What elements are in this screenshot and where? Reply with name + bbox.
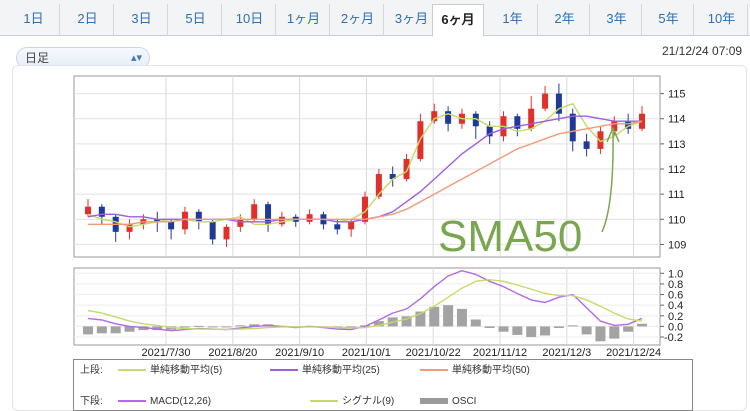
legend-lower-label: 下段: (80, 396, 103, 407)
osci-bar (553, 326, 564, 329)
x-tick-label: 2021/12/24 (606, 347, 661, 359)
price-y-tick-label: 111 (668, 189, 685, 201)
osci-bar (83, 326, 93, 335)
annotation-sma50: SMA50 (438, 212, 582, 261)
x-tick-label: 2021/8/20 (208, 347, 257, 359)
osci-bar (221, 326, 232, 328)
legend-sma25: 単純移動平均(25) (270, 363, 380, 379)
osci-bar (443, 305, 454, 327)
candle-body (348, 221, 355, 230)
x-tick-label: 2021/11/12 (473, 347, 527, 359)
osci-bar (456, 308, 467, 327)
legend-osci: OSCI (420, 394, 476, 410)
macd-y-tick-label: 0.0 (668, 321, 683, 333)
macd-y-tick-label: -0.2 (664, 332, 683, 344)
macd-y-tick-label: 1.0 (668, 268, 683, 280)
candle-body (542, 93, 549, 109)
price-y-tick-label: 114 (668, 114, 686, 126)
candle-body (528, 108, 535, 129)
x-tick-label: 2021/10/1 (342, 347, 391, 359)
osci-bar (235, 325, 246, 327)
osci-bar (96, 326, 107, 334)
osci-bar (595, 326, 606, 342)
osci-bar (609, 326, 620, 339)
candle-body (583, 141, 590, 149)
osci-bar (429, 306, 440, 327)
osci-bar (526, 326, 537, 338)
osci-bar (179, 326, 190, 328)
legend-macd: MACD(12,26) (118, 394, 211, 410)
candle-body (334, 224, 341, 230)
macd-y-tick-label: 0.8 (668, 279, 683, 291)
osci-bar (581, 326, 592, 335)
osci-bar (193, 325, 204, 327)
legend-upper-label: 上段: (80, 365, 103, 376)
price-y-tick-label: 113 (668, 139, 686, 151)
legend-signal: シグナル(9) (310, 394, 394, 410)
candle-body (278, 216, 285, 225)
legend-sma5: 単純移動平均(5) (118, 363, 222, 379)
legend-lower-row: 下段: MACD(12,26) シグナル(9) OSCI (74, 394, 692, 410)
legend-upper-row: 上段: 単純移動平均(5) 単純移動平均(25) 単純移動平均(50) (74, 363, 692, 379)
macd-y-tick-label: 0.4 (668, 300, 683, 312)
osci-bar (512, 326, 523, 335)
x-tick-label: 2021/7/30 (142, 347, 191, 359)
price-y-tick-label: 112 (668, 164, 686, 176)
price-y-tick-label: 110 (668, 214, 686, 226)
candle-body (181, 211, 188, 230)
x-tick-label: 2021/12/3 (542, 347, 591, 359)
osci-bar (207, 326, 218, 328)
x-tick-label: 2021/9/10 (275, 347, 324, 359)
price-chart: 2021/7/30 2021/8/20 2021/9/10 2021/10/1 2021… (73, 75, 686, 359)
chart-legend: 上段: 単純移動平均(5) 単純移動平均(25) 単純移動平均(50) 下段: … (73, 359, 693, 411)
candle-body (569, 113, 576, 142)
legend-sma50: 単純移動平均(50) (420, 363, 530, 379)
osci-bar (540, 326, 551, 336)
candle-body (209, 221, 216, 240)
price-y-tick-label: 115 (668, 89, 686, 101)
osci-bar (637, 323, 647, 327)
osci-bar (567, 325, 578, 327)
price-y-tick-label: 109 (668, 239, 686, 251)
candle-body (168, 221, 175, 230)
osci-bar (498, 326, 509, 332)
candle-body (237, 219, 244, 227)
candle-body (251, 204, 258, 220)
macd-panel-frame (73, 267, 661, 346)
macd-y-tick-label: 0.2 (668, 311, 683, 323)
candle-body (306, 214, 313, 222)
osci-bar (623, 326, 634, 332)
candle-body (223, 226, 230, 240)
osci-bar (484, 326, 495, 329)
candle-body (195, 211, 202, 222)
x-tick-label: 2021/10/22 (406, 347, 461, 359)
candle-body (403, 158, 410, 180)
macd-y-tick-label: 0.6 (668, 290, 683, 302)
candle-body (85, 206, 91, 215)
osci-bar (110, 326, 121, 334)
osci-bar (470, 319, 481, 327)
